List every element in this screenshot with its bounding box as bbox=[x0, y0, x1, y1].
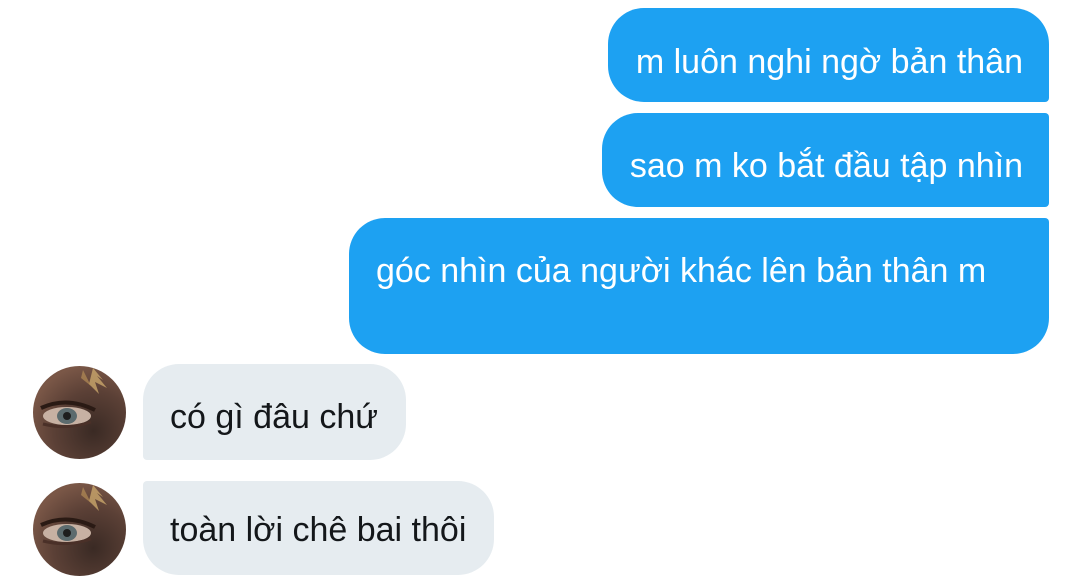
message-text: có gì đâu chứ bbox=[170, 398, 379, 436]
sender-avatar[interactable] bbox=[33, 366, 126, 459]
avatar-photo bbox=[40, 368, 107, 429]
sender-avatar[interactable] bbox=[33, 483, 126, 576]
message-text: sao m ko bắt đầu tập nhìn bbox=[629, 147, 1023, 185]
sent-message-bubble[interactable]: m luôn nghi ngờ bản thân bbox=[607, 8, 1049, 102]
message-text: góc nhìn của người khác lên bản thân m bbox=[376, 252, 987, 290]
message-text: toàn lời chê bai thôi bbox=[170, 511, 467, 549]
avatar-photo bbox=[40, 485, 107, 546]
sent-message-bubble[interactable]: sao m ko bắt đầu tập nhìn bbox=[601, 113, 1049, 207]
sent-message-bubble[interactable]: góc nhìn của người khác lên bản thân m bbox=[349, 218, 1049, 354]
received-message-bubble[interactable]: toàn lời chê bai thôi bbox=[143, 481, 495, 575]
received-message-bubble[interactable]: có gì đâu chứ bbox=[143, 364, 407, 460]
message-text: m luôn nghi ngờ bản thân bbox=[635, 43, 1023, 81]
